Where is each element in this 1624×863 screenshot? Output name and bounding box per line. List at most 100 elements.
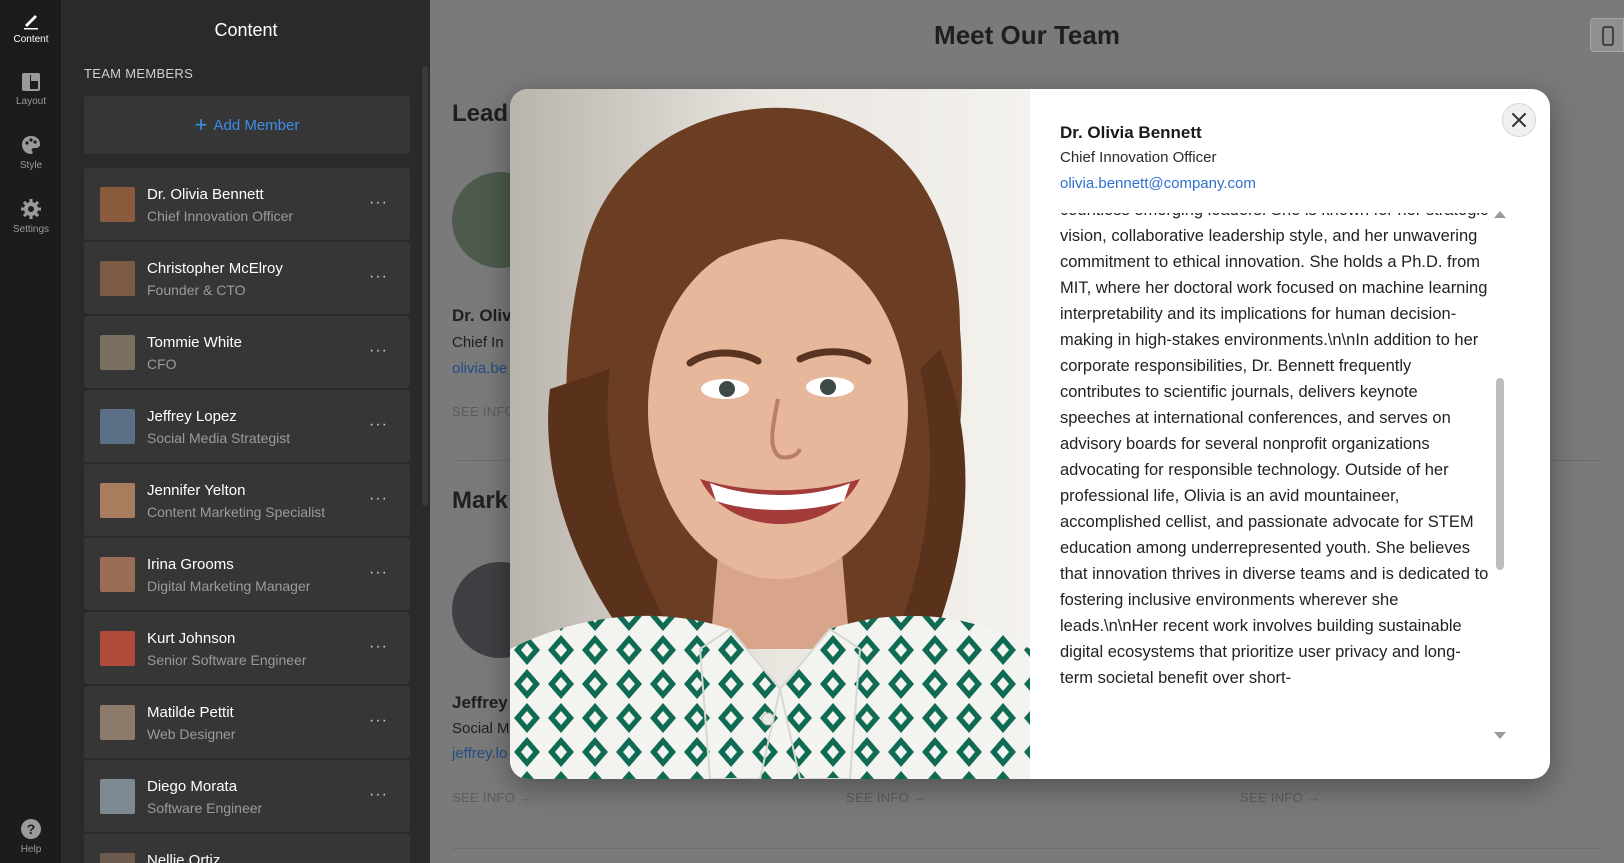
member-name: Christopher McElroy (147, 260, 283, 277)
close-icon (1512, 113, 1526, 127)
layout-icon (22, 73, 40, 91)
member-card[interactable]: Tommie White CFO ··· (84, 316, 410, 388)
device-preview-button[interactable] (1590, 18, 1624, 52)
left-rail: Content Layout Style Settings ? Help (0, 0, 62, 863)
member-role: Social Media Strategist (147, 430, 291, 446)
avatar (100, 409, 135, 444)
member-name: Dr. Olivia Bennett (1060, 123, 1202, 142)
page-title: Meet Our Team (934, 20, 1120, 50)
avatar (100, 335, 135, 370)
member-role: Web Designer (147, 726, 236, 742)
card-email-link[interactable]: olivia.be (452, 360, 507, 377)
member-card[interactable]: Christopher McElroy Founder & CTO ··· (84, 242, 410, 314)
divider (452, 848, 1602, 849)
see-info-link[interactable]: SEE INFO → (1240, 790, 1320, 805)
member-role: CFO (147, 356, 177, 372)
card-email-link[interactable]: jeffrey.lo (452, 745, 507, 762)
card-name: Dr. Oliv (452, 306, 512, 325)
member-role: Software Engineer (147, 800, 263, 816)
plus-icon: + (194, 112, 208, 137)
member-bio: countless emerging leaders. She is known… (1060, 213, 1489, 687)
palette-icon (22, 136, 40, 154)
avatar (100, 483, 135, 518)
member-role: Digital Marketing Manager (147, 578, 311, 594)
more-options-icon[interactable]: ··· (369, 490, 388, 508)
member-name: Nellie Ortiz (147, 852, 221, 863)
member-card[interactable]: Irina Grooms Digital Marketing Manager ··· (84, 538, 410, 610)
more-options-icon[interactable]: ··· (369, 564, 388, 582)
member-card[interactable]: Diego Morata Software Engineer ··· (84, 760, 410, 832)
rail-item-style[interactable]: Style (0, 134, 62, 171)
member-card[interactable]: Kurt Johnson Senior Software Engineer ··· (84, 612, 410, 684)
section-heading-leadership: Lead (452, 100, 509, 127)
member-card[interactable]: Matilde Pettit Web Designer ··· (84, 686, 410, 758)
bio-scrollbar[interactable] (1492, 211, 1506, 739)
member-name: Tommie White (147, 334, 243, 351)
more-options-icon[interactable]: ··· (369, 416, 388, 434)
member-photo (510, 89, 1030, 779)
close-button[interactable] (1502, 103, 1536, 137)
rail-item-layout[interactable]: Layout (0, 72, 62, 107)
see-info-link[interactable]: SEE INFO → (452, 790, 532, 805)
member-detail-modal: Dr. Olivia Bennett Chief Innovation Offi… (510, 89, 1550, 779)
card-name: Jeffrey (452, 693, 508, 712)
rail-item-settings[interactable]: Settings (0, 198, 62, 235)
pencil-icon (24, 15, 38, 30)
member-role: Founder & CTO (147, 282, 246, 298)
panel-scrollbar[interactable] (422, 66, 428, 506)
member-title: Chief Innovation Officer (1060, 149, 1217, 166)
help-icon: ? (21, 819, 41, 839)
see-info-link[interactable]: SEE INFO → (846, 790, 926, 805)
rail-item-content[interactable]: Content (0, 10, 62, 45)
rail-item-label: Help (20, 844, 42, 855)
rail-item-label: Content (13, 34, 49, 45)
avatar (100, 779, 135, 814)
avatar (100, 261, 135, 296)
member-card[interactable]: Jeffrey Lopez Social Media Strategist ··· (84, 390, 410, 462)
avatar (100, 853, 135, 863)
member-name: Dr. Olivia Bennett (147, 186, 264, 203)
member-name: Jeffrey Lopez (147, 408, 237, 425)
member-role: Chief Innovation Officer (147, 208, 294, 224)
more-options-icon[interactable]: ··· (369, 342, 388, 360)
portrait-image (510, 89, 1030, 779)
member-name: Matilde Pettit (147, 704, 234, 721)
more-options-icon[interactable]: ··· (369, 638, 388, 656)
rail-item-help[interactable]: ? Help (0, 818, 62, 855)
card-role: Social M (452, 720, 510, 737)
member-role: Content Marketing Specialist (147, 504, 326, 520)
bio-container[interactable]: countless emerging leaders. She is known… (1060, 213, 1490, 749)
scroll-down-icon[interactable] (1494, 732, 1506, 739)
section-label: TEAM MEMBERS (84, 66, 194, 81)
content-panel: Content TEAM MEMBERS + Add Member Dr. Ol… (62, 0, 430, 863)
avatar (100, 631, 135, 666)
rail-item-label: Layout (15, 96, 47, 107)
rail-item-label: Style (19, 160, 43, 171)
member-card[interactable]: Nellie Ortiz··· (84, 834, 410, 863)
member-card[interactable]: Jennifer Yelton Content Marketing Special… (84, 464, 410, 536)
more-options-icon[interactable]: ··· (369, 712, 388, 730)
scroll-up-icon[interactable] (1494, 211, 1506, 218)
member-card[interactable]: Dr. Olivia Bennett Chief Innovation Offic… (84, 168, 410, 240)
avatar (100, 705, 135, 740)
more-options-icon[interactable]: ··· (369, 786, 388, 804)
add-member-button[interactable]: + Add Member (84, 96, 410, 154)
more-options-icon[interactable]: ··· (369, 268, 388, 286)
rail-item-label: Settings (12, 224, 50, 235)
member-email-link[interactable]: olivia.bennett@company.com (1060, 175, 1256, 192)
scrollbar-thumb[interactable] (1496, 378, 1504, 570)
add-member-label: Add Member (213, 116, 300, 134)
avatar (100, 557, 135, 592)
member-role: Senior Software Engineer (147, 652, 307, 668)
member-name: Diego Morata (147, 778, 238, 795)
card-role: Chief In (452, 334, 504, 351)
member-info: Dr. Olivia Bennett Chief Innovation Offi… (1030, 89, 1550, 779)
member-name: Jennifer Yelton (147, 482, 246, 499)
panel-title: Content (214, 20, 278, 40)
avatar (100, 187, 135, 222)
svg-text:?: ? (27, 821, 36, 837)
mobile-icon (1602, 26, 1614, 46)
more-options-icon[interactable]: ··· (369, 194, 388, 212)
member-name: Irina Grooms (147, 556, 234, 573)
gear-icon (21, 199, 41, 219)
